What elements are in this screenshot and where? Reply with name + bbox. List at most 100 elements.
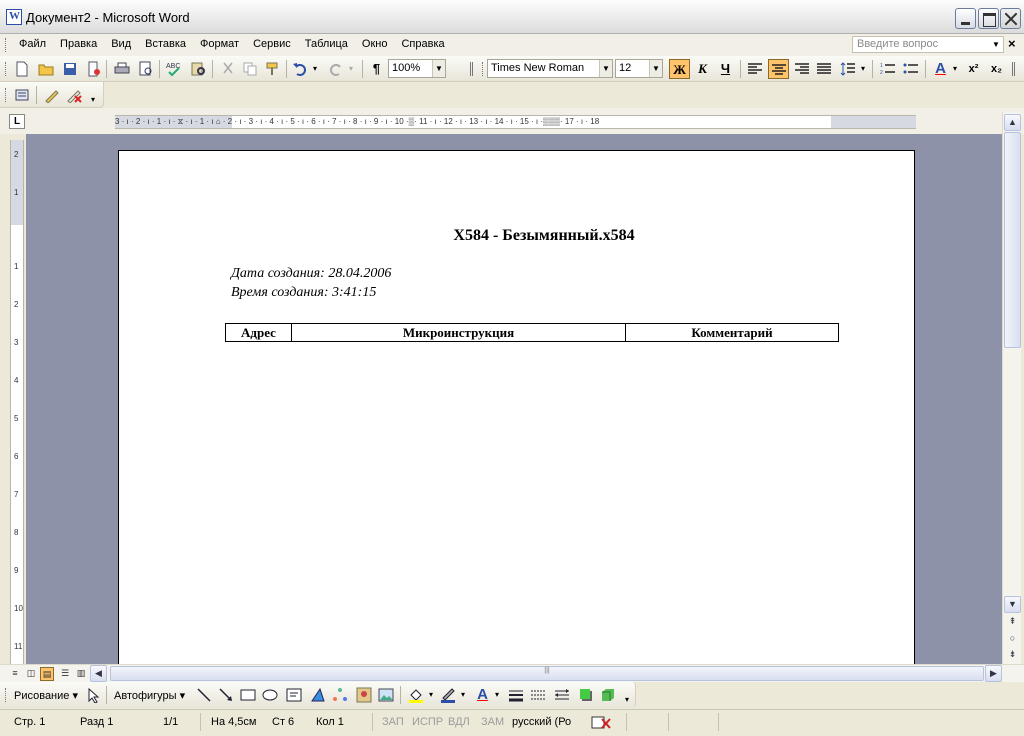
menu-view[interactable]: Вид: [104, 37, 138, 51]
close-button[interactable]: [1000, 8, 1021, 29]
justify-icon[interactable]: [816, 61, 832, 77]
underline-button[interactable]: Ч: [715, 59, 736, 79]
normal-view-icon[interactable]: ≡: [8, 667, 22, 681]
open-folder-icon[interactable]: [38, 61, 54, 77]
status-overtype[interactable]: ЗАМ: [481, 716, 504, 728]
document-page[interactable]: X584 - Безымянный.x584 Дата создания: 28…: [118, 150, 915, 664]
menu-window[interactable]: Окно: [355, 37, 395, 51]
undo-icon[interactable]: [292, 61, 308, 77]
menu-edit[interactable]: Правка: [53, 37, 104, 51]
line-spacing-dropdown-icon[interactable]: ▾: [858, 59, 868, 79]
help-dropdown-icon[interactable]: ▼: [992, 40, 1000, 49]
bullets-icon[interactable]: [903, 61, 919, 77]
copy-icon[interactable]: [242, 61, 258, 77]
draw-font-color-button[interactable]: A: [472, 685, 493, 705]
web-layout-icon[interactable]: ◫: [24, 667, 38, 681]
chevron-down-icon[interactable]: ▼: [432, 60, 445, 77]
zoom-select[interactable]: 100% ▼: [388, 59, 446, 78]
status-record-macro[interactable]: ЗАП: [382, 716, 404, 728]
menu-help[interactable]: Справка: [394, 37, 451, 51]
new-document-icon[interactable]: [14, 61, 30, 77]
save-icon[interactable]: [62, 61, 78, 77]
maximize-button[interactable]: [978, 8, 999, 29]
spelling-status-icon[interactable]: [590, 715, 612, 731]
toolbar-options-icon[interactable]: ▾: [88, 90, 98, 110]
menu-table[interactable]: Таблица: [298, 37, 355, 51]
outline-view-icon[interactable]: ☰: [58, 667, 72, 681]
table-header-cell[interactable]: Адрес: [225, 323, 292, 342]
toolbar-grip[interactable]: [482, 62, 485, 76]
fill-color-dropdown-icon[interactable]: ▾: [426, 685, 436, 705]
subscript-button[interactable]: x₂: [986, 59, 1007, 79]
oval-tool-icon[interactable]: [262, 687, 278, 703]
line-color-dropdown-icon[interactable]: ▾: [458, 685, 468, 705]
permission-icon[interactable]: [86, 61, 102, 77]
reject-change-icon[interactable]: [66, 87, 82, 103]
show-formatting-button[interactable]: ¶: [366, 59, 387, 79]
shadow-style-icon[interactable]: [578, 687, 594, 703]
word-app-icon[interactable]: [6, 9, 22, 25]
select-browse-object-button[interactable]: ○: [1004, 631, 1021, 648]
format-painter-icon[interactable]: [264, 61, 280, 77]
horizontal-scrollbar[interactable]: ≡ ◫ ▤ ☰ ▥ ◀ ||| ▶: [0, 664, 1024, 682]
fill-color-icon[interactable]: [408, 687, 424, 703]
align-center-button[interactable]: [768, 59, 789, 79]
research-icon[interactable]: [190, 61, 206, 77]
autoshapes-menu-button[interactable]: Автофигуры ▾: [114, 689, 185, 702]
menu-insert[interactable]: Вставка: [138, 37, 193, 51]
line-color-icon[interactable]: [440, 687, 456, 703]
arrow-style-icon[interactable]: [554, 687, 570, 703]
spelling-icon[interactable]: ABC: [166, 61, 182, 77]
next-page-button[interactable]: ⇟: [1004, 647, 1021, 664]
status-language[interactable]: русский (Ро: [512, 716, 571, 728]
print-preview-icon[interactable]: [138, 61, 154, 77]
toolbar-options-icon[interactable]: [470, 62, 473, 76]
line-style-icon[interactable]: [508, 687, 524, 703]
chevron-down-icon[interactable]: ▼: [599, 60, 612, 77]
document-close-button[interactable]: ×: [1008, 36, 1016, 51]
superscript-button[interactable]: x²: [963, 59, 984, 79]
tab-selector-button[interactable]: L: [9, 114, 25, 129]
status-track-changes[interactable]: ИСПР: [412, 716, 443, 728]
numbering-icon[interactable]: 12: [880, 61, 896, 77]
help-search-input[interactable]: Введите вопрос: [852, 36, 1004, 53]
previous-page-button[interactable]: ⇞: [1004, 614, 1021, 631]
reading-layout-icon[interactable]: ▥: [74, 667, 88, 681]
toolbar-grip[interactable]: [5, 62, 8, 76]
microcode-table[interactable]: Адрес Микроинструкция Комментарий: [225, 323, 839, 342]
diagram-icon[interactable]: [332, 687, 348, 703]
vertical-scrollbar[interactable]: ▲ ▼ ⇞ ○ ⇟: [1002, 112, 1021, 664]
scroll-left-button[interactable]: ◀: [90, 665, 107, 682]
draw-font-color-dropdown-icon[interactable]: ▾: [492, 685, 502, 705]
horizontal-scroll-thumb[interactable]: |||: [110, 666, 984, 681]
font-color-button[interactable]: A: [930, 59, 951, 79]
document-map-icon[interactable]: [14, 87, 30, 103]
toolbar-grip[interactable]: [5, 88, 8, 102]
toolbar-options-icon[interactable]: [1012, 62, 1015, 76]
font-color-dropdown-icon[interactable]: ▾: [950, 59, 960, 79]
select-objects-icon[interactable]: [86, 687, 102, 703]
font-size-select[interactable]: 12 ▼: [615, 59, 663, 78]
drawing-menu-button[interactable]: Рисование ▾: [14, 689, 78, 702]
menu-tools[interactable]: Сервис: [246, 37, 298, 51]
vertical-ruler[interactable]: 2 1 1 2 3 4 5 6 7 8 9 10 11: [10, 140, 24, 664]
minimize-button[interactable]: [955, 8, 976, 29]
toolbar-grip[interactable]: [5, 38, 8, 52]
scroll-right-button[interactable]: ▶: [985, 665, 1002, 682]
rectangle-tool-icon[interactable]: [240, 687, 256, 703]
horizontal-ruler[interactable]: 3 · ı · 2 · ı · 1 · ı · ⧖ · ı · 1 · ı ⌂ …: [115, 115, 916, 129]
menu-format[interactable]: Формат: [193, 37, 246, 51]
clip-art-icon[interactable]: [356, 687, 372, 703]
vertical-scroll-thumb[interactable]: [1004, 132, 1021, 348]
menu-file[interactable]: Файл: [12, 37, 53, 51]
bold-button[interactable]: Ж: [669, 59, 690, 79]
table-header-cell[interactable]: Микроинструкция: [291, 323, 626, 342]
undo-dropdown-icon[interactable]: ▾: [310, 59, 320, 79]
line-tool-icon[interactable]: [196, 687, 212, 703]
drawing-toggle-icon[interactable]: [44, 87, 60, 103]
align-right-icon[interactable]: [794, 61, 810, 77]
redo-dropdown-icon[interactable]: ▾: [346, 59, 356, 79]
print-icon[interactable]: [114, 61, 130, 77]
table-header-cell[interactable]: Комментарий: [625, 323, 839, 342]
line-spacing-icon[interactable]: [840, 61, 856, 77]
